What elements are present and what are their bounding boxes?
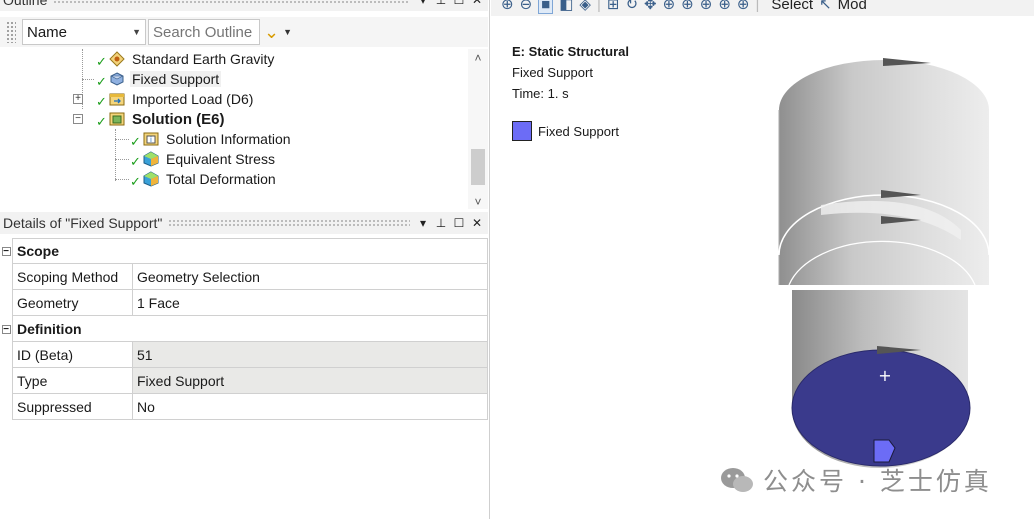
tree-item-solution-information[interactable]: i ✓ Solution Information	[130, 129, 293, 149]
check-icon: ✓	[130, 174, 141, 189]
imported-load-icon: ✓	[96, 90, 126, 109]
solution-icon: ✓	[96, 110, 126, 129]
scrollbar-thumb[interactable]	[471, 149, 485, 185]
wechat-icon	[721, 468, 753, 492]
toolbar-grip[interactable]	[6, 21, 16, 43]
tree-guide	[115, 179, 129, 180]
check-icon: ✓	[96, 54, 107, 69]
details-title: Details of "Fixed Support"	[3, 215, 163, 231]
model-viewport[interactable]: +	[491, 0, 1034, 519]
tree-item-equivalent-stress[interactable]: ✓ Equivalent Stress	[130, 149, 277, 169]
outline-tree: ✓ Standard Earth Gravity ✓ Fixed Support…	[0, 49, 468, 209]
details-row-id[interactable]: ID (Beta) 51	[0, 342, 488, 368]
tree-item-label: Solution (E6)	[132, 110, 225, 128]
group-definition[interactable]: − Definition	[0, 316, 488, 342]
group-scope[interactable]: − Scope	[0, 238, 488, 264]
filter-dropdown-icon[interactable]: ▼	[283, 27, 292, 37]
details-row-type[interactable]: Type Fixed Support	[0, 368, 488, 394]
row-name: Suppressed	[12, 394, 133, 420]
scroll-up-icon[interactable]: ˄	[468, 51, 488, 65]
tree-item-fixed-support[interactable]: ✓ Fixed Support	[96, 69, 222, 89]
pin-icon[interactable]: ⊥	[434, 216, 448, 230]
drag-grip[interactable]	[53, 0, 410, 5]
check-icon: ✓	[130, 134, 141, 149]
watermark-text: 公众号 · 芝士仿真	[763, 467, 992, 496]
watermark: 公众号 · 芝士仿真	[719, 462, 992, 498]
collapse-icon[interactable]: −	[0, 238, 12, 264]
details-row-suppressed[interactable]: Suppressed No	[0, 394, 488, 420]
tree-guide	[115, 139, 129, 140]
tree-guide	[115, 129, 116, 181]
dropdown-icon[interactable]: ▾	[416, 0, 430, 7]
result-icon: ✓	[130, 150, 160, 169]
details-grid: − Scope Scoping Method Geometry Selectio…	[0, 238, 488, 420]
close-icon[interactable]: ✕	[470, 216, 484, 230]
support-icon: ✓	[96, 70, 126, 89]
tree-item-imported-load[interactable]: + ✓ Imported Load (D6)	[73, 89, 255, 109]
check-icon: ✓	[96, 94, 107, 109]
row-name: Geometry	[12, 290, 133, 316]
expand-icon[interactable]: +	[73, 94, 83, 104]
tree-guide	[115, 159, 129, 160]
check-icon: ✓	[96, 74, 107, 89]
chevron-down-icon: ▼	[132, 27, 141, 37]
dropdown-icon[interactable]: ▾	[416, 216, 430, 230]
close-icon[interactable]: ✕	[470, 0, 484, 7]
left-pane: Outline ▾ ⊥ ☐ ✕ Name ▼ ⌄ ▼ ✓ Standard Ea…	[0, 0, 490, 519]
check-icon: ✓	[130, 154, 141, 169]
row-value: 51	[133, 342, 488, 368]
tree-guide	[82, 79, 94, 80]
tree-item-label: Total Deformation	[166, 171, 276, 187]
name-filter-value: Name	[27, 23, 68, 41]
row-value[interactable]: 1 Face	[133, 290, 488, 316]
maximize-icon[interactable]: ☐	[452, 216, 466, 230]
row-value[interactable]: Geometry Selection	[133, 264, 488, 290]
maximize-icon[interactable]: ☐	[452, 0, 466, 7]
row-value[interactable]: No	[133, 394, 488, 420]
tree-item-gravity[interactable]: ✓ Standard Earth Gravity	[96, 49, 276, 69]
search-outline-input[interactable]	[148, 19, 260, 45]
outline-toolbar: Name ▼ ⌄ ▼	[0, 17, 488, 47]
scroll-down-icon[interactable]: ˅	[468, 195, 488, 209]
pin-icon[interactable]: ⊥	[434, 0, 448, 7]
group-label: Definition	[12, 316, 488, 342]
outline-title: Outline	[3, 0, 48, 8]
tree-item-label: Fixed Support	[130, 71, 222, 87]
collapse-icon[interactable]: −	[0, 316, 12, 342]
origin-marker: +	[878, 366, 891, 385]
gravity-icon: ✓	[96, 50, 126, 69]
graphics-pane[interactable]: ⊕ ⊖ ■ ◧ ◈ | ⊞ ↻ ✥ ⊕ ⊕ ⊕ ⊕ ⊕ | Select ↖ M…	[491, 0, 1034, 519]
name-filter-select[interactable]: Name ▼	[22, 19, 146, 45]
row-name: Type	[12, 368, 133, 394]
result-icon: ✓	[130, 170, 160, 189]
check-icon: ✓	[96, 114, 107, 129]
drag-grip[interactable]	[168, 218, 410, 228]
outline-panel-header: Outline ▾ ⊥ ☐ ✕	[0, 0, 488, 11]
details-panel-header: Details of "Fixed Support" ▾ ⊥ ☐ ✕	[0, 212, 488, 234]
tree-item-label: Standard Earth Gravity	[132, 51, 275, 67]
tree-item-solution[interactable]: − ✓ Solution (E6)	[73, 109, 227, 129]
collapse-icon[interactable]: −	[73, 114, 83, 124]
tree-scrollbar[interactable]: ˄ ˅	[468, 49, 488, 209]
info-icon: i ✓	[130, 130, 160, 149]
svg-text:i: i	[150, 136, 152, 144]
row-name: Scoping Method	[12, 264, 133, 290]
row-name: ID (Beta)	[12, 342, 133, 368]
row-value: Fixed Support	[133, 368, 488, 394]
group-label: Scope	[12, 238, 488, 264]
filter-chevron-icon[interactable]: ⌄	[264, 22, 279, 43]
tree-item-total-deformation[interactable]: ✓ Total Deformation	[130, 169, 278, 189]
details-row-scoping-method[interactable]: Scoping Method Geometry Selection	[0, 264, 488, 290]
tree-item-label: Solution Information	[166, 131, 291, 147]
tree-item-label: Equivalent Stress	[166, 151, 275, 167]
details-row-geometry[interactable]: Geometry 1 Face	[0, 290, 488, 316]
tree-item-label: Imported Load (D6)	[132, 91, 254, 107]
upper-cylinder[interactable]	[778, 60, 989, 285]
